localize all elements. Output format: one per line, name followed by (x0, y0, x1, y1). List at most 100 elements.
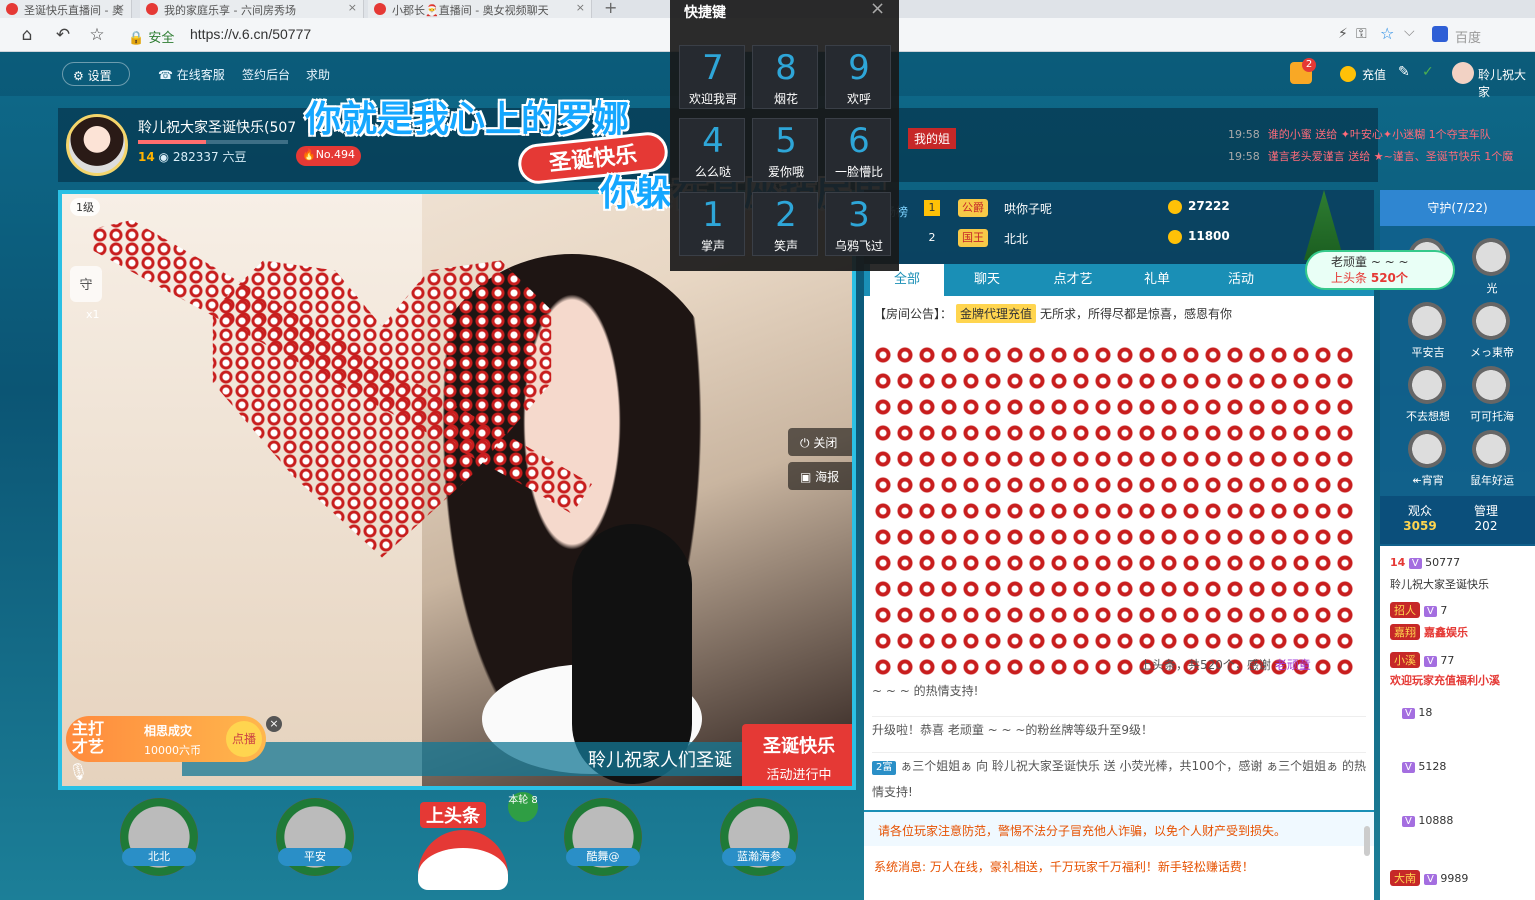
edit-icon[interactable]: ✎ (1398, 64, 1410, 80)
guard-avatar[interactable]: 平安吉 (1398, 302, 1450, 364)
ticker-time: 19:58 (1228, 150, 1260, 163)
shortcut-key[interactable]: 9 欢呼 (825, 45, 891, 109)
close-video-button[interactable]: ⏻ 关闭 (788, 428, 852, 456)
tab-title: 我的家庭乐享 - 六间房秀场 (164, 4, 296, 17)
chat-scrollbar[interactable] (1364, 826, 1370, 856)
list-item[interactable]: 14 V 50777 (1390, 556, 1535, 576)
list-item[interactable]: 欢迎玩家充值福利小溪 (1390, 672, 1535, 692)
bookmark-star-icon[interactable]: ☆ (1380, 24, 1394, 43)
headline-tip-user: 老顽童 ~ ~ ~ (1331, 255, 1409, 269)
guard-tab[interactable]: 守护(7/22) (1380, 190, 1535, 226)
signin-link[interactable]: 签约后台 (242, 66, 290, 83)
guard-avatar[interactable]: 鼠年好运 (1462, 430, 1514, 492)
service-link[interactable]: ☎ 在线客服 (158, 66, 225, 83)
santa-hat-icon (418, 830, 508, 890)
url-field[interactable]: https://v.6.cn/50777 (190, 26, 311, 42)
guard-icon[interactable]: 守 (70, 266, 102, 302)
chat-panel[interactable]: 【房间公告】： 金牌代理充值 无所求，所得尽都是惊喜，感恩有你 上头条，共520个，… (864, 296, 1374, 900)
list-item[interactable]: 大南 V 9989 (1390, 870, 1535, 890)
tab-title: 小郡长🎅直播间 - 奥女视频聊天 (392, 4, 549, 17)
list-item[interactable]: 聆儿祝大家圣诞快乐 (1390, 576, 1535, 596)
list-item[interactable]: 招人 V 7 (1390, 602, 1535, 622)
tab-close-icon[interactable]: × (116, 1, 125, 14)
secure-indicator: 🔒 安全 (128, 27, 174, 46)
list-item[interactable]: 嘉翔 嘉鑫娱乐 (1390, 624, 1535, 644)
guard-avatar[interactable]: 可可托海 (1462, 366, 1514, 428)
power-icon: ⏻ (800, 436, 814, 450)
browser-tab-2[interactable]: 我的家庭乐享 - 六间房秀场 × (140, 0, 364, 18)
seat[interactable]: 酷舞@ (558, 790, 648, 890)
guard-avatar[interactable]: ↞宵宵 (1398, 430, 1450, 492)
tab-gifts[interactable]: 礼单 (1120, 264, 1194, 296)
tab-talent[interactable]: 点才艺 (1036, 264, 1110, 296)
shortcut-key[interactable]: 7 欢迎我哥 (679, 45, 745, 109)
shortcut-key[interactable]: 4 么么哒 (679, 118, 745, 182)
gift-ticker: 19:58 谁的小蜜 送给 ✦叶安心✦小迷糊 1个夺宝车队 19:58 谨言老头爱谨… (1228, 124, 1535, 168)
back-icon[interactable]: ↶ (52, 24, 74, 46)
poster-button[interactable]: ▣ 海报 (788, 462, 852, 490)
lightning-icon[interactable]: ⚡ (1338, 26, 1348, 42)
seat-name: 平安 (278, 848, 352, 866)
browser-tab-1[interactable]: 圣诞快乐直播间 - 奥 × (0, 0, 132, 18)
talent-play-button[interactable]: 点播 (226, 721, 262, 757)
announce-badge[interactable]: 金牌代理充值 (956, 304, 1037, 323)
headline-seat[interactable]: 上头条 本轮 8 (408, 790, 538, 900)
guard-avatar[interactable]: 不去想想 (1398, 366, 1450, 428)
settings-button[interactable]: ⚙ 设置 (62, 62, 130, 86)
guard-avatar[interactable]: 光 (1462, 238, 1514, 300)
viewers-tab[interactable]: 观众 3059 (1400, 502, 1440, 533)
shortcut-key[interactable]: 3 乌鸦飞过 (825, 192, 891, 256)
list-item[interactable]: V 5128 (1390, 760, 1535, 780)
user-avatar[interactable] (1452, 62, 1474, 84)
chat-tabs: 全部 聊天 点才艺 礼单 活动 (864, 264, 1374, 296)
shortcut-key[interactable]: 5 爱你哦 (752, 118, 818, 182)
shortcut-key[interactable]: 8 烟花 (752, 45, 818, 109)
recharge-link[interactable]: 充值 (1362, 66, 1386, 83)
seat[interactable]: 北北 (114, 790, 204, 890)
mic-icon[interactable]: 🎙 (68, 762, 88, 781)
shortcut-key[interactable]: 1 掌声 (679, 192, 745, 256)
help-link[interactable]: 求助 (306, 66, 330, 83)
anchor-avatar[interactable] (66, 114, 128, 176)
new-tab-icon[interactable]: + (604, 0, 617, 17)
key-label: 笑声 (773, 239, 798, 253)
seat[interactable]: 蓝瀚海参 (714, 790, 804, 890)
key-label: 乌鸦飞过 (834, 239, 883, 253)
headline-tip[interactable]: 老顽童 ~ ~ ~ 上头条 520个 (1305, 250, 1455, 290)
tab-close-icon[interactable]: × (576, 1, 585, 14)
chevron-down-icon[interactable]: ⌵ (1404, 24, 1415, 40)
admins-tab[interactable]: 管理 202 (1464, 502, 1508, 533)
tab-close-icon[interactable]: × (348, 1, 357, 14)
list-item[interactable]: 小溪 V 77 (1390, 652, 1535, 672)
close-icon[interactable]: × (266, 716, 282, 732)
key-icon[interactable]: ⚿ (1356, 26, 1367, 42)
list-item[interactable]: V 10888 (1390, 814, 1535, 834)
seat[interactable]: 平安 (270, 790, 360, 890)
ticker-row: 19:58 谁的小蜜 送给 ✦叶安心✦小迷糊 1个夺宝车队 (1228, 124, 1535, 146)
video-player[interactable]: 1级 守 x1 ⏻ 关闭 ▣ 海报 聆儿祝家人们圣诞 圣诞快乐 活动进行中 主打才… (58, 190, 856, 790)
list-item[interactable]: V 18 (1390, 706, 1535, 726)
key-label: 么么哒 (694, 165, 731, 179)
talent-card[interactable]: 主打才艺 相思成灾 10000六币 点播 (66, 716, 266, 762)
coin-icon (1340, 66, 1356, 82)
key-digit: 1 (702, 195, 724, 235)
tab-chat[interactable]: 聊天 (950, 264, 1024, 296)
check-icon[interactable]: ✓ (1422, 64, 1434, 80)
close-icon[interactable]: × (870, 0, 885, 19)
rank-row[interactable]: 2 国王 北北 11800 (924, 224, 1324, 252)
rank-badge[interactable]: 🔥No.494 (296, 146, 361, 166)
home-icon[interactable]: ⌂ (16, 24, 38, 46)
tab-activity[interactable]: 活动 (1204, 264, 1278, 296)
browser-tab-3[interactable]: 小郡长🎅直播间 - 奥女视频聊天 × (368, 0, 592, 18)
rank-row[interactable]: 1 公爵 哄你子呢 27222 (924, 194, 1324, 222)
guard-name: 平安吉 (1411, 346, 1445, 359)
shortcut-key[interactable]: 2 笑声 (752, 192, 818, 256)
search-engine-field[interactable]: 百度 (1455, 27, 1481, 46)
guard-avatar[interactable]: メっ東帝 (1462, 302, 1514, 364)
gift-user[interactable]: 老顽童 (1275, 658, 1311, 672)
user-name[interactable]: 聆儿祝大家 (1478, 66, 1535, 100)
shortcut-key[interactable]: 6 一脸懵比 (825, 118, 891, 182)
admins-count: 202 (1474, 519, 1498, 533)
activity-button[interactable]: 圣诞快乐 活动进行中 (742, 724, 852, 786)
star-icon[interactable]: ☆ (86, 24, 108, 46)
